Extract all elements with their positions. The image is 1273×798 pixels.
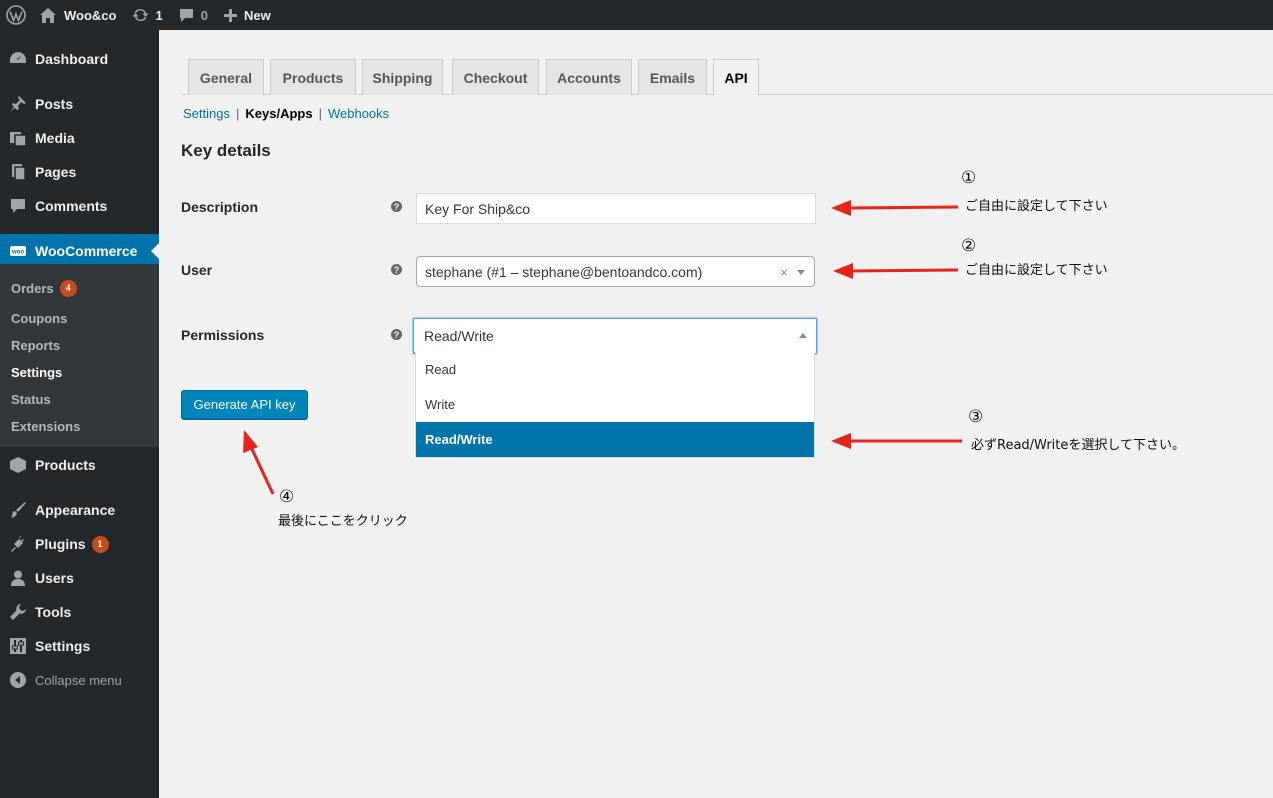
annotation-text-1: ご自由に設定して下さい <box>965 199 1108 214</box>
annotation-arrow-1 <box>847 205 959 210</box>
annotation-arrowhead-4 <box>243 430 258 453</box>
annotation-arrow-4 <box>249 446 275 495</box>
annotation-arrows <box>243 200 962 495</box>
annotation-number-2: ② <box>961 236 977 256</box>
annotation-arrow-2 <box>849 268 959 273</box>
annotation-text-4: 最後にここをクリック <box>278 514 408 529</box>
annotation-text-2: ご自由に設定して下さい <box>965 263 1108 278</box>
annotation-arrowhead-3 <box>831 433 851 449</box>
annotation-text-3: 必ずRead/Writeを選択して下さい。 <box>971 438 1185 453</box>
annotation-arrowhead-2 <box>833 263 853 279</box>
annotation-arrowhead-1 <box>831 200 851 216</box>
annotation-number-4: ④ <box>279 487 295 507</box>
annotation-number-3: ③ <box>968 407 984 427</box>
annotation-number-1: ① <box>961 168 977 188</box>
